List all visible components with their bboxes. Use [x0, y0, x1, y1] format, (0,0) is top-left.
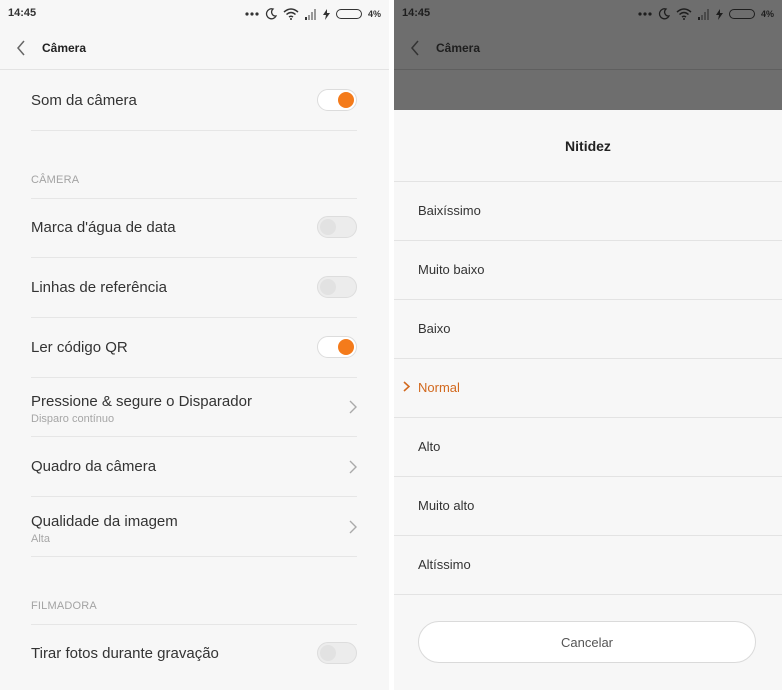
settings-screen: 14:45 4% Câmera Som da câmera CÂMERA Mar… [0, 0, 389, 690]
setting-label: Qualidade da imagem [31, 513, 178, 530]
status-time: 14:45 [402, 7, 431, 19]
setting-row-grid-lines[interactable]: Linhas de referência [31, 259, 357, 318]
option-label: Alto [418, 439, 441, 454]
chevron-right-icon [349, 460, 357, 474]
chevron-right-icon [349, 520, 357, 534]
date-watermark-toggle[interactable] [317, 216, 357, 238]
camera-sound-toggle[interactable] [317, 89, 357, 111]
status-time: 14:45 [8, 7, 37, 19]
section-header-camera: CÂMERA [31, 174, 80, 186]
more-dots-icon [638, 12, 652, 16]
setting-value: Disparo contínuo [31, 413, 115, 425]
option-muito-alto[interactable]: Muito alto [394, 476, 782, 535]
setting-label: Quadro da câmera [31, 458, 157, 475]
section-header-video: FILMADORA [31, 600, 97, 612]
signal-icon [697, 8, 709, 20]
photos-while-recording-toggle[interactable] [317, 642, 357, 664]
qr-code-toggle[interactable] [317, 336, 357, 358]
chevron-right-icon [349, 400, 357, 414]
setting-row-date-watermark[interactable]: Marca d'água de data [31, 199, 357, 258]
battery-level: 4% [367, 9, 381, 19]
app-bar: Câmera [394, 28, 782, 70]
setting-label: Ler código QR [31, 339, 128, 356]
moon-icon [265, 8, 277, 20]
setting-row-image-quality[interactable]: Qualidade da imagem Alta [31, 498, 357, 557]
app-bar: Câmera [0, 28, 389, 70]
setting-row-qr-code[interactable]: Ler código QR [31, 319, 357, 378]
setting-value: Alta [31, 533, 50, 545]
selected-chevron-icon [403, 381, 410, 392]
dim-overlay[interactable]: 14:45 4% Câmera [394, 0, 782, 110]
option-alto[interactable]: Alto [394, 417, 782, 476]
more-dots-icon [245, 12, 259, 16]
option-label: Baixíssimo [418, 203, 481, 218]
setting-row-camera-sound[interactable]: Som da câmera [31, 72, 357, 131]
moon-icon [658, 8, 670, 20]
setting-row-camera-frame[interactable]: Quadro da câmera [31, 438, 357, 497]
option-baixissimo[interactable]: Baixíssimo [394, 181, 782, 240]
option-label: Baixo [418, 321, 451, 336]
status-bar: 14:45 4% [394, 0, 782, 28]
charging-icon [715, 8, 723, 20]
setting-row-shutter-hold[interactable]: Pressione & segure o Disparador Disparo … [31, 378, 357, 437]
signal-icon [304, 8, 316, 20]
page-title: Câmera [436, 41, 481, 55]
bottom-sheet-dialog: Nitidez Baixíssimo Muito baixo Baixo Nor… [394, 110, 782, 690]
divider [394, 594, 782, 595]
setting-label: Som da câmera [31, 92, 137, 109]
dialog-title: Nitidez [565, 138, 611, 154]
option-normal-selected[interactable]: Normal [394, 358, 782, 417]
back-arrow-icon[interactable] [16, 40, 26, 56]
battery-level: 4% [760, 9, 774, 19]
setting-label: Marca d'água de data [31, 219, 176, 236]
option-label: Altíssimo [418, 557, 471, 572]
option-baixo[interactable]: Baixo [394, 299, 782, 358]
option-altissimo[interactable]: Altíssimo [394, 535, 782, 594]
setting-row-photos-while-recording[interactable]: Tirar fotos durante gravação [31, 625, 357, 684]
battery-icon [335, 9, 362, 19]
grid-lines-toggle[interactable] [317, 276, 357, 298]
sharpness-dialog-screen: 14:45 4% Câmera Nitidez Baixíssimo Muito… [394, 0, 782, 690]
battery-icon [728, 9, 755, 19]
option-label: Muito baixo [418, 262, 485, 277]
option-label: Normal [418, 380, 460, 395]
setting-label: Pressione & segure o Disparador [31, 393, 252, 410]
page-title: Câmera [42, 41, 87, 55]
setting-label: Tirar fotos durante gravação [31, 645, 219, 662]
option-label: Muito alto [418, 498, 475, 513]
status-bar: 14:45 4% [0, 0, 389, 28]
wifi-icon [676, 8, 692, 20]
setting-label: Linhas de referência [31, 279, 167, 296]
wifi-icon [283, 8, 299, 20]
cancel-button[interactable]: Cancelar [418, 621, 756, 663]
charging-icon [322, 8, 330, 20]
back-arrow-icon [411, 40, 419, 56]
option-muito-baixo[interactable]: Muito baixo [394, 240, 782, 299]
